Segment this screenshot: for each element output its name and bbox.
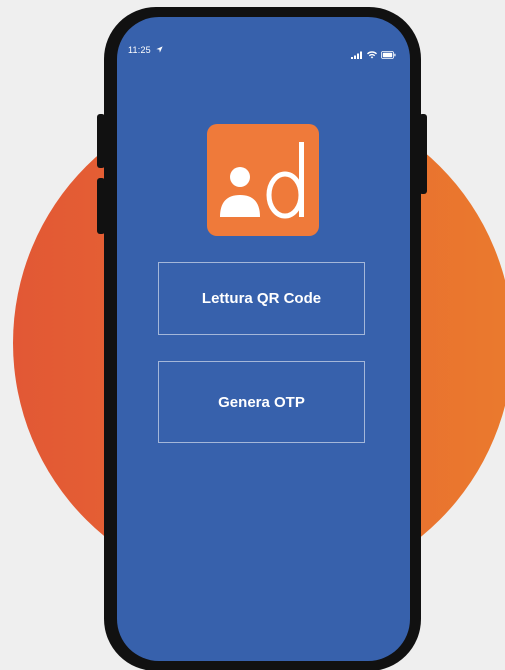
status-icons (351, 46, 396, 64)
status-bar: 11:25 (117, 17, 410, 59)
wifi-icon (367, 46, 377, 64)
location-arrow-icon (155, 46, 163, 55)
generate-otp-button[interactable]: Genera OTP (158, 361, 365, 443)
status-time-label: 11:25 (128, 45, 151, 55)
battery-icon (381, 46, 396, 64)
stage: 11:25 Lettura QR Code Genera OTP (0, 0, 505, 670)
status-time: 11:25 (128, 45, 163, 55)
read-qr-code-button[interactable]: Lettura QR Code (158, 262, 365, 335)
app-logo-icon (207, 124, 319, 236)
cellular-signal-icon (351, 46, 363, 64)
phone-screen: 11:25 Lettura QR Code Genera OTP (117, 17, 410, 661)
